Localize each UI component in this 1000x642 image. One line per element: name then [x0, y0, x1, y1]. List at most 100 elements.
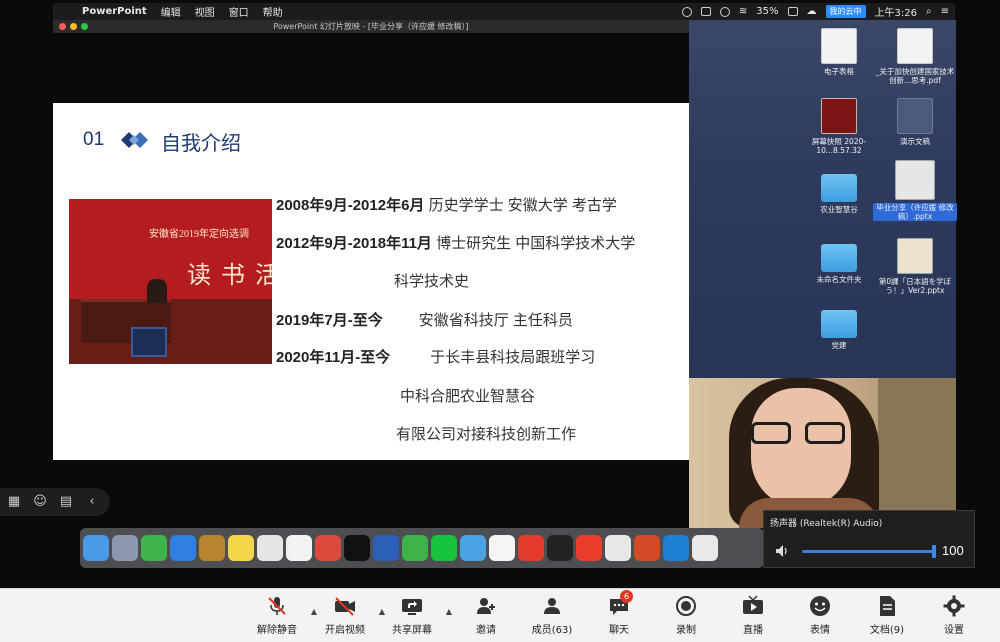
chat-bubble-icon[interactable]: ▤ — [58, 494, 74, 510]
chrome-icon[interactable] — [605, 535, 631, 561]
folder-icon — [821, 174, 857, 202]
safari-icon[interactable] — [170, 535, 196, 561]
photo-speaker-figure — [147, 279, 167, 303]
display-icon[interactable] — [700, 7, 711, 16]
desktop-icon-pptx-selected[interactable]: 毕业分享（许应媛 修改稿）.pptx — [873, 160, 957, 221]
desktop-icon-screenshot[interactable]: 屏幕快照 2020-10...8.57.32 — [797, 98, 881, 155]
participants-button[interactable]: 成员(63) — [520, 595, 584, 636]
slide-line-1-text: 历史学学士 安徽大学 考古学 — [424, 197, 617, 214]
notes-icon[interactable] — [199, 535, 225, 561]
launchpad-icon[interactable] — [112, 535, 138, 561]
slide-section-number: 01 — [83, 129, 105, 150]
clock: 上午3:26 — [874, 8, 917, 19]
desktop-icon-spreadsheet[interactable]: 电子表格 — [797, 28, 881, 76]
slide-title: 自我介绍 — [161, 133, 241, 155]
video-app-icon[interactable] — [518, 535, 544, 561]
slide-line-2-text: 博士研究生 中国科学技术大学 — [431, 235, 636, 252]
powerpoint-icon[interactable] — [634, 535, 660, 561]
zoom-status-chip[interactable]: 我的云中 — [825, 5, 866, 18]
mac-dock — [80, 528, 764, 568]
desktop-icon-presentation[interactable]: 演示文稿 — [873, 98, 957, 146]
more-apps-icon[interactable] — [692, 535, 718, 561]
settings-button[interactable]: 设置 — [922, 595, 986, 636]
start-video-label: 开启视频 — [325, 625, 365, 636]
preview-icon[interactable] — [257, 535, 283, 561]
reaction-emoji-icon[interactable]: ☺ — [32, 494, 48, 510]
desktop-icon-folder-agri[interactable]: 农业智慧谷 — [797, 168, 881, 214]
pptx-file-icon — [895, 160, 935, 200]
airplay-icon[interactable] — [719, 6, 730, 17]
documents-label: 文档(9) — [869, 625, 905, 636]
volume-slider-handle[interactable] — [932, 545, 936, 558]
qq-icon[interactable] — [344, 535, 370, 561]
battery-icon[interactable] — [787, 7, 798, 16]
itunes-icon[interactable] — [315, 535, 341, 561]
unmute-button[interactable]: 解除静音 ▲ — [245, 595, 317, 636]
start-video-button[interactable]: 开启视频 ▲ — [313, 595, 385, 636]
cleaner-icon[interactable] — [547, 535, 573, 561]
slide-line-5: 2020年11月-至今 于长丰县科技局跟班学习 — [276, 346, 595, 367]
presentation-slide[interactable]: 01 自我介绍 安徽省2019年定向选调 读书活 2008年9月-2012年6月… — [53, 103, 689, 460]
menu-app-powerpoint[interactable]: PowerPoint — [75, 6, 154, 17]
close-window-button[interactable] — [59, 23, 66, 30]
wechat-icon[interactable] — [402, 535, 428, 561]
desktop-icon-japanese-pptx[interactable]: 第0課「日本語を学ぼう！」Ver2.pptx — [873, 238, 957, 295]
wifi-icon[interactable]: ≋ — [739, 6, 747, 17]
menu-edit[interactable]: 编辑 — [154, 4, 188, 19]
desktop-icon-label: _关于加快创建国家技术创新...思考.pdf — [875, 67, 955, 85]
baidu-netdisk-icon[interactable] — [489, 535, 515, 561]
folder-icon — [821, 310, 857, 338]
volume-slider-track[interactable] — [802, 550, 934, 553]
reactions-button[interactable]: 表情 — [788, 595, 852, 636]
slide-line-6-text: 中科合肥农业智慧谷 — [400, 388, 536, 405]
speaker-icon[interactable] — [776, 545, 790, 557]
menu-help[interactable]: 帮助 — [256, 4, 290, 19]
slide-line-4: 2019年7月-至今 安徽省科技厅 主任科员 — [276, 309, 573, 330]
photo-monitor — [131, 327, 167, 357]
reading-event-photo: 安徽省2019年定向选调 读书活 — [69, 199, 272, 364]
live-stream-button[interactable]: 直播 — [721, 595, 785, 636]
chat-button[interactable]: 6 聊天 — [587, 590, 651, 636]
live-icon — [743, 595, 763, 614]
mac-desktop: 电子表格 _关于加快创建国家技术创新...思考.pdf 屏幕快照 2020-10… — [689, 20, 957, 378]
invite-button[interactable]: 邀请 — [454, 595, 518, 636]
documents-button[interactable]: 文档(9) — [855, 595, 919, 636]
desktop-icon-label: 党建 — [831, 341, 847, 350]
folder-icon — [821, 244, 857, 272]
invite-icon — [477, 598, 495, 614]
facetime-icon[interactable] — [141, 535, 167, 561]
zoom-window-button[interactable] — [81, 23, 88, 30]
word-icon[interactable] — [373, 535, 399, 561]
wps-icon[interactable] — [576, 535, 602, 561]
share-screen-button[interactable]: 共享屏幕 ▲ — [380, 595, 452, 636]
slide-line-1: 2008年9月-2012年6月 历史学学士 安徽大学 考古学 — [276, 194, 617, 215]
video-person-glasses — [751, 422, 851, 446]
finder-icon[interactable] — [83, 535, 109, 561]
desktop-icon-folder-untitled[interactable]: 未命名文件夹 — [797, 238, 881, 284]
collapse-chevron-icon[interactable]: ‹ — [84, 494, 100, 510]
search-icon[interactable]: ⌕ — [926, 6, 932, 17]
desktop-icon-pdf[interactable]: _关于加快创建国家技术创新...思考.pdf — [873, 28, 957, 85]
share-options-caret-icon[interactable]: ▲ — [446, 607, 452, 616]
iqiyi-icon[interactable] — [431, 535, 457, 561]
spreadsheet-file-icon — [821, 28, 857, 64]
minimize-window-button[interactable] — [70, 23, 77, 30]
ppt-window-title: PowerPoint 幻灯片放映 - [毕业分享（许应媛 修改稿）] — [273, 22, 469, 31]
stickies-icon[interactable] — [228, 535, 254, 561]
desktop-icon-folder-party[interactable]: 党建 — [797, 304, 881, 350]
participant-video[interactable] — [689, 378, 956, 528]
shared-screen: PowerPoint 编辑 视图 窗口 帮助 ≋ 35% ☁ 我的云中 上午3:… — [0, 0, 1000, 588]
share-screen-label: 共享屏幕 — [392, 625, 432, 636]
record-status-icon[interactable] — [681, 6, 692, 17]
edge-icon[interactable] — [663, 535, 689, 561]
cloud-icon[interactable]: ☁ — [807, 6, 817, 17]
gallery-grid-icon[interactable]: ▦ — [6, 494, 22, 510]
record-button[interactable]: 录制 — [654, 595, 718, 636]
menu-view[interactable]: 视图 — [188, 4, 222, 19]
photos-icon[interactable] — [286, 535, 312, 561]
live-label: 直播 — [743, 625, 763, 636]
image-preview-icon[interactable] — [460, 535, 486, 561]
menu-window[interactable]: 窗口 — [222, 4, 256, 19]
record-label: 录制 — [676, 625, 696, 636]
control-center-icon[interactable]: ≡ — [941, 6, 949, 17]
